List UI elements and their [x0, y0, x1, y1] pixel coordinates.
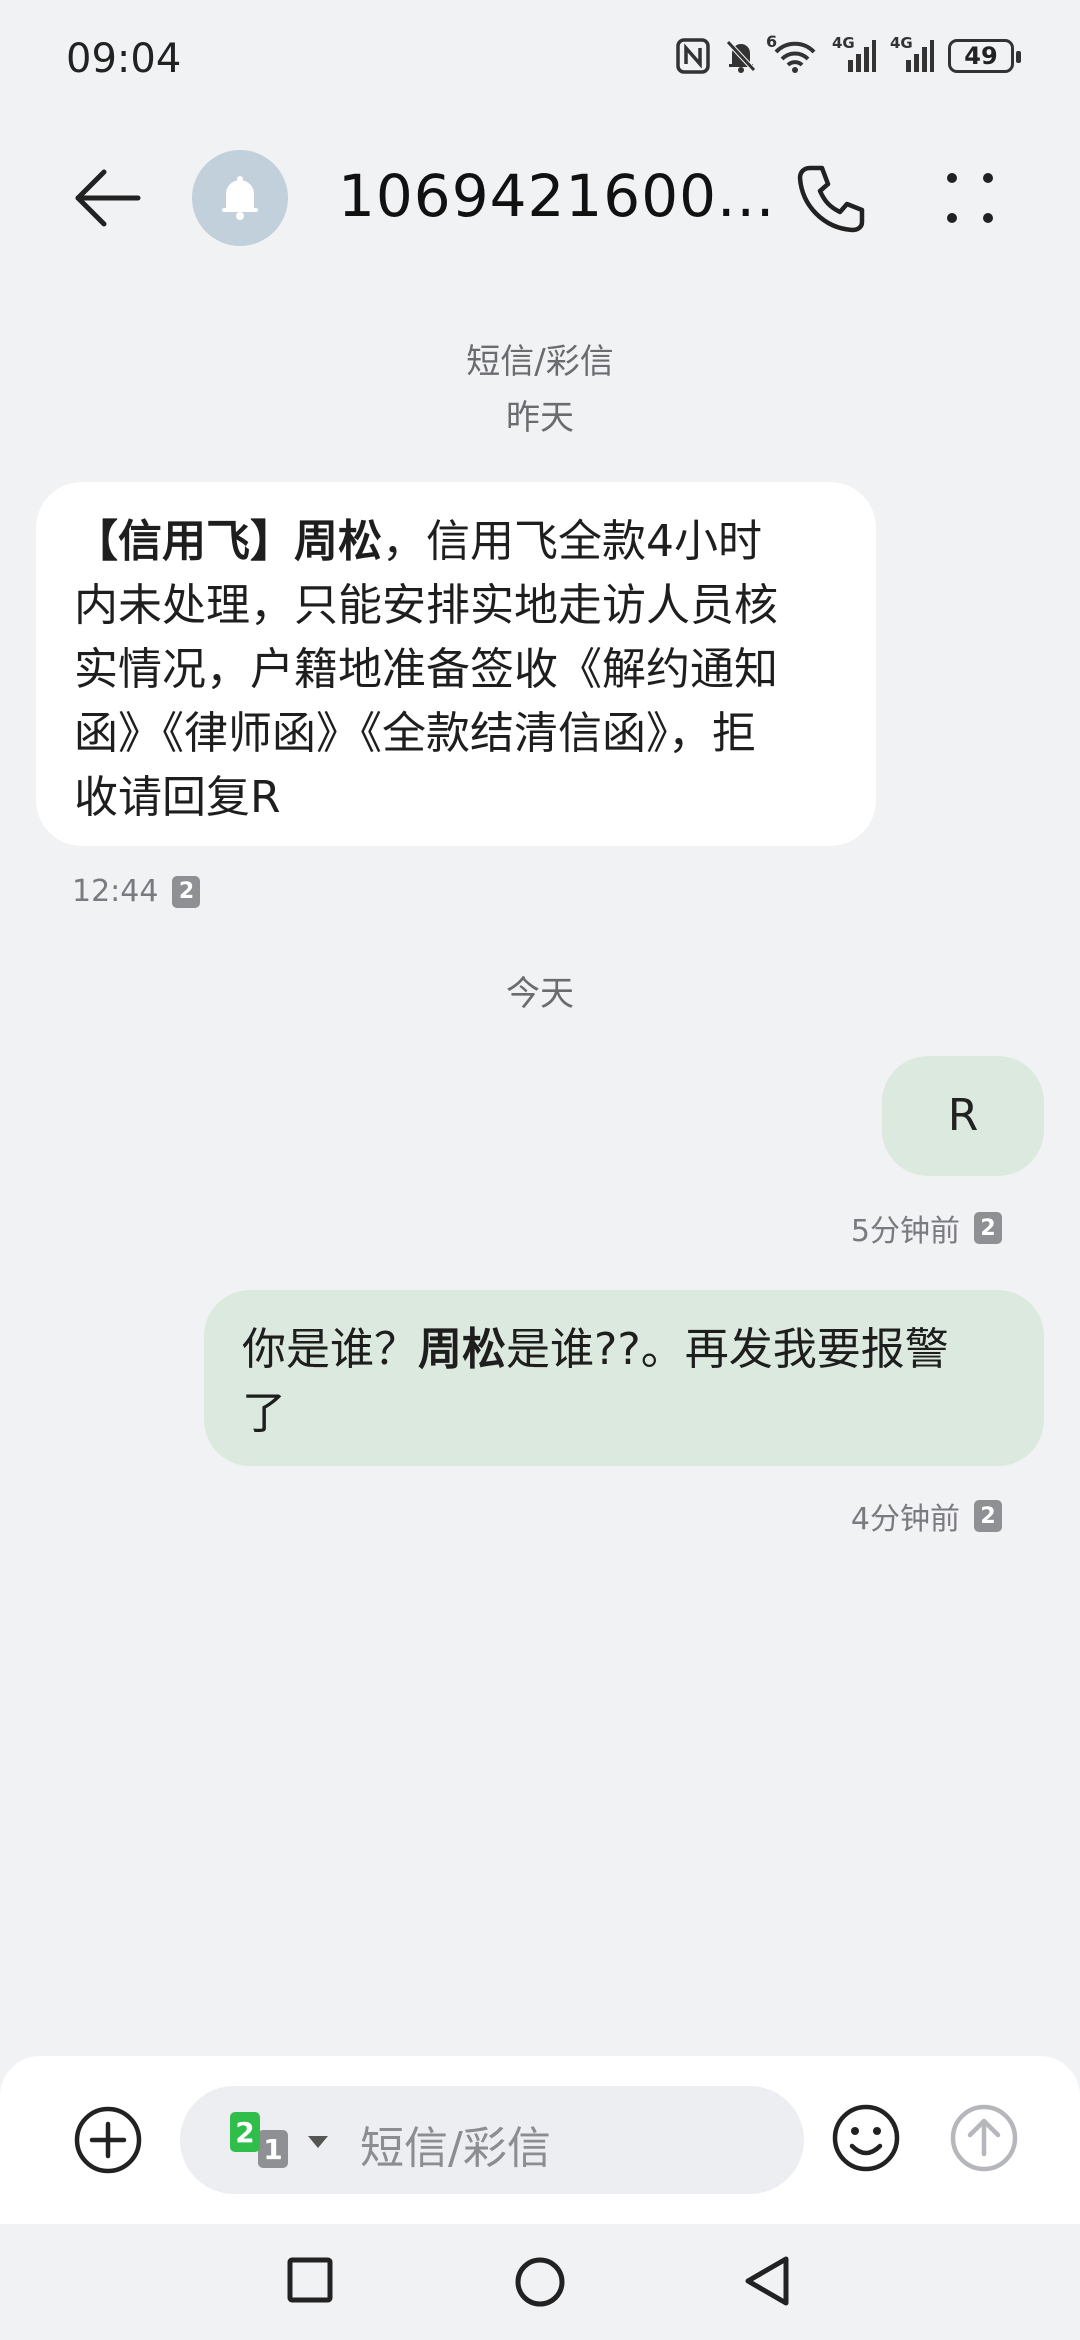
- sim-badge: 2: [172, 875, 201, 908]
- back-arrow-icon: [75, 169, 141, 227]
- wifi-6-icon: 6: [766, 32, 818, 74]
- chevron-down-icon: [308, 2136, 328, 2148]
- signal-4g-icon: 4G: [890, 34, 934, 74]
- message-meta: 4分钟前 2: [851, 1494, 1002, 1538]
- message-line: 收请回复R: [74, 772, 281, 823]
- message-text: R: [947, 1090, 979, 1141]
- sim-badge: 2: [974, 1500, 1002, 1532]
- outgoing-message-bubble[interactable]: R: [882, 1056, 1044, 1176]
- message-meta: 12:44 2: [72, 874, 201, 909]
- signal-4g-icon: 4G: [832, 34, 876, 74]
- contact-name[interactable]: 1069421600...: [338, 162, 775, 230]
- signal-4g-label: 4G: [890, 34, 913, 52]
- phone-icon: [797, 165, 865, 233]
- conversation-type-label: 短信/彩信: [466, 342, 614, 382]
- battery-indicator: 49: [948, 39, 1021, 73]
- home-circle-icon: [515, 2257, 565, 2307]
- call-button[interactable]: [792, 160, 870, 238]
- bell-icon: [222, 176, 258, 220]
- incoming-message-bubble[interactable]: 【信用飞】周松，信用飞全款4小时 内未处理，只能安排实地走访人员核 实情况，户籍…: [36, 482, 876, 846]
- input-placeholder: 短信/彩信: [360, 2123, 551, 2174]
- message-time: 5分钟前: [850, 1214, 960, 1249]
- nav-home-button[interactable]: [514, 2256, 566, 2308]
- sim-secondary-badge: 1: [258, 2130, 288, 2168]
- bell-off-icon: [724, 38, 758, 74]
- message-time: 4分钟前: [850, 1502, 960, 1537]
- more-button[interactable]: [940, 160, 1000, 238]
- sim-primary-badge: 2: [230, 2112, 260, 2152]
- emoji-icon: [832, 2104, 900, 2172]
- emoji-button[interactable]: [830, 2102, 902, 2174]
- add-circle-icon: [74, 2106, 142, 2174]
- back-button[interactable]: [70, 160, 146, 236]
- add-attachment-button[interactable]: [72, 2104, 144, 2176]
- date-separator: 昨天: [506, 398, 574, 438]
- date-separator: 今天: [506, 974, 574, 1014]
- nav-back-button[interactable]: [742, 2254, 792, 2308]
- message-line: 函》《律师函》《全款结清信函》，拒: [74, 708, 756, 759]
- back-triangle-icon: [745, 2256, 789, 2306]
- message-line: 了: [242, 1388, 286, 1439]
- sim-badge: 2: [974, 1212, 1002, 1244]
- message-line: 你是谁？周松是谁??。再发我要报警: [242, 1324, 949, 1375]
- outgoing-message-bubble[interactable]: 你是谁？周松是谁??。再发我要报警 了: [204, 1290, 1044, 1466]
- send-button[interactable]: [948, 2102, 1020, 2174]
- signal-4g-label: 4G: [832, 34, 855, 52]
- avatar[interactable]: [192, 150, 288, 246]
- send-icon: [950, 2104, 1018, 2172]
- nav-recents-button[interactable]: [286, 2256, 334, 2304]
- status-time: 09:04: [66, 36, 182, 82]
- message-meta: 5分钟前 2: [851, 1206, 1002, 1250]
- message-line: 实情况，户籍地准备签收《解约通知: [74, 644, 778, 695]
- message-line: 内未处理，只能安排实地走访人员核: [74, 580, 778, 631]
- sim-selector[interactable]: 1 2: [230, 2112, 340, 2172]
- recents-square-icon: [287, 2257, 333, 2303]
- message-time: 12:44: [72, 874, 159, 909]
- wifi-6-label: 6: [766, 32, 778, 51]
- more-vertical-icon: [947, 173, 993, 223]
- message-line: 【信用飞】周松，信用飞全款4小时: [74, 516, 762, 567]
- status-icons: 6 4G 4G 49: [676, 32, 1021, 74]
- nfc-icon: [676, 38, 710, 74]
